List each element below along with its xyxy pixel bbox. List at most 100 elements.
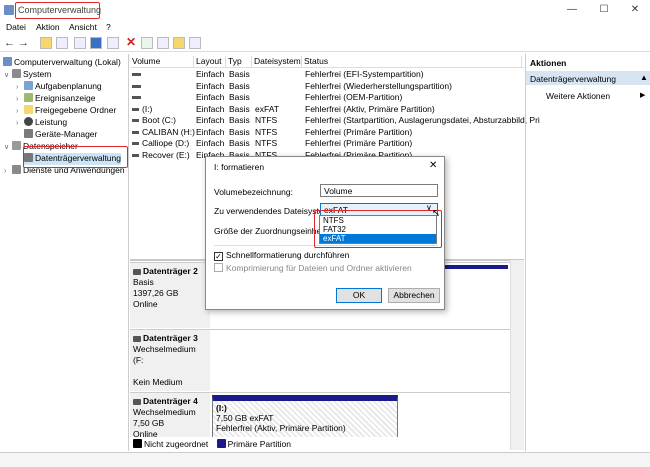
volume-icon bbox=[132, 119, 139, 122]
disk-3-state: Kein Medium bbox=[133, 377, 183, 387]
services-icon bbox=[12, 165, 21, 174]
compress-checkbox[interactable]: Komprimierung für Dateien und Ordner akt… bbox=[214, 263, 412, 273]
cell-typ: Basis bbox=[229, 103, 250, 114]
chevron-right-icon[interactable]: › bbox=[16, 108, 24, 115]
table-row[interactable]: Boot (C:) Einfach Basis NTFS Fehlerfrei (Sta… bbox=[130, 115, 540, 126]
maximize-button[interactable]: ☐ bbox=[597, 3, 611, 17]
col-typ[interactable]: Typ bbox=[226, 56, 252, 67]
cell-status: Fehlerfrei (Primäre Partition) bbox=[305, 126, 413, 137]
checkbox-checked-icon: ✓ bbox=[214, 252, 223, 261]
checkbox-unchecked-icon bbox=[214, 263, 223, 272]
help-icon[interactable] bbox=[90, 37, 102, 49]
vertical-scrollbar[interactable] bbox=[510, 260, 524, 450]
tree-root-label: Computerverwaltung (Lokal) bbox=[14, 57, 121, 67]
view-icon[interactable] bbox=[107, 37, 119, 49]
legend-unallocated: Nicht zugeordnet bbox=[144, 439, 209, 449]
tree-item-label: Leistung bbox=[35, 117, 68, 127]
volume-icon bbox=[132, 84, 141, 88]
chevron-right-icon[interactable]: › bbox=[4, 168, 12, 175]
disk-2-name: Datenträger 2 bbox=[143, 266, 198, 276]
cell-status: Fehlerfrei (EFI-Systempartition) bbox=[305, 69, 424, 79]
cell-typ: Basis bbox=[229, 80, 250, 91]
disk-mgmt-highlight bbox=[23, 146, 128, 168]
tree-item-leistung[interactable]: › Leistung bbox=[16, 117, 67, 129]
volume-icon bbox=[132, 73, 141, 76]
volume-label-label: Volumebezeichnung: bbox=[214, 187, 293, 197]
clock-icon bbox=[24, 81, 33, 90]
dropdown-highlight bbox=[314, 210, 442, 248]
cell-typ: Basis bbox=[229, 126, 250, 137]
storage-icon bbox=[12, 141, 21, 150]
tree-item-aufgabenplanung[interactable]: › Aufgabenplanung bbox=[16, 81, 102, 93]
col-layout[interactable]: Layout bbox=[194, 56, 226, 67]
tree-item-geraete-manager[interactable]: Geräte-Manager bbox=[24, 129, 97, 141]
cancel-button[interactable]: Abbrechen bbox=[388, 288, 440, 303]
table-row[interactable]: Einfach Basis Fehlerfrei (OEM-Partition) bbox=[130, 92, 524, 103]
cell-typ: Basis bbox=[229, 92, 250, 102]
col-volume[interactable]: Volume bbox=[130, 56, 194, 67]
minimize-button[interactable]: — bbox=[565, 3, 579, 17]
tree-item-ereignisanzeige[interactable]: › Ereignisanzeige bbox=[16, 93, 95, 105]
table-row[interactable]: Einfach Basis Fehlerfrei (Wiederherstellun… bbox=[130, 81, 524, 92]
menu-datei[interactable]: Datei bbox=[6, 22, 26, 32]
chevron-down-icon[interactable]: ∨ bbox=[4, 71, 12, 79]
volume-icon bbox=[132, 130, 139, 134]
tree-root[interactable]: Computerverwaltung (Lokal) bbox=[3, 57, 121, 69]
disk-3-row[interactable]: Datenträger 3 Wechselmedium (F: Kein Med… bbox=[130, 329, 510, 391]
computer-icon bbox=[3, 57, 12, 66]
table-row[interactable]: Einfach Basis Fehlerfrei (EFI-Systempartit… bbox=[130, 69, 524, 80]
unallocated-swatch bbox=[133, 439, 142, 448]
up-folder-icon[interactable] bbox=[40, 37, 52, 49]
volume-icon bbox=[132, 96, 141, 99]
properties-icon[interactable] bbox=[74, 37, 86, 49]
disk-icon bbox=[133, 336, 141, 342]
cell-layout: Einfach bbox=[196, 138, 225, 148]
check-icon[interactable] bbox=[141, 37, 153, 49]
tree-item-label: Aufgabenplanung bbox=[35, 81, 102, 91]
export-icon[interactable] bbox=[157, 37, 169, 49]
cell-status: Fehlerfrei (Wiederherstellungspartition) bbox=[305, 80, 452, 91]
chevron-right-icon[interactable]: › bbox=[16, 120, 24, 127]
dialog-title: I: formatieren bbox=[214, 162, 265, 172]
open-folder-icon[interactable] bbox=[173, 37, 185, 49]
col-dateisystem[interactable]: Dateisystem bbox=[252, 56, 302, 67]
search-icon[interactable] bbox=[189, 37, 201, 49]
more-actions-link[interactable]: Weitere Aktionen bbox=[546, 91, 610, 101]
forward-arrow-icon[interactable]: → bbox=[18, 37, 29, 49]
menu-help[interactable]: ? bbox=[106, 22, 111, 32]
quick-format-checkbox[interactable]: ✓ Schnellformatierung durchführen bbox=[214, 250, 349, 261]
cell-volume: CALIBAN (H:) bbox=[142, 126, 195, 137]
delete-icon[interactable]: ✕ bbox=[126, 35, 136, 49]
tree-system[interactable]: ∨ System bbox=[4, 69, 51, 81]
menu-aktion[interactable]: Aktion bbox=[36, 22, 60, 32]
cell-layout: Einfach bbox=[196, 69, 225, 79]
disk-4-size: 7,50 GB bbox=[133, 418, 165, 428]
partition-name: (I:) bbox=[216, 403, 227, 413]
back-arrow-icon[interactable]: ← bbox=[4, 37, 15, 49]
console-tree-icon[interactable] bbox=[56, 37, 68, 49]
volume-label-input[interactable]: Volume bbox=[320, 184, 438, 197]
volume-icon bbox=[132, 142, 139, 145]
primary-swatch bbox=[216, 439, 226, 448]
cell-fs: NTFS bbox=[255, 138, 278, 148]
chevron-down-icon[interactable]: ∨ bbox=[4, 143, 12, 151]
table-row[interactable]: Calliope (D:) Einfach Basis NTFS Fehlerfrei … bbox=[130, 138, 524, 149]
close-button[interactable]: ✕ bbox=[628, 3, 642, 17]
tree-item-label: Geräte-Manager bbox=[35, 129, 98, 139]
actions-header: Aktionen bbox=[530, 58, 567, 68]
chevron-right-icon[interactable]: › bbox=[16, 96, 24, 103]
tree-item-freigegebene-ordner[interactable]: › Freigegebene Ordner bbox=[16, 105, 116, 117]
disk-4-partition[interactable]: (I:) 7,50 GB exFAT Fehlerfrei (Aktiv, Pr… bbox=[212, 395, 398, 437]
ok-button[interactable]: OK bbox=[336, 288, 382, 303]
cell-layout: Einfach bbox=[196, 80, 225, 91]
disk-4-type: Wechselmedium bbox=[133, 407, 196, 417]
tree-system-label: System bbox=[23, 69, 52, 79]
table-row[interactable]: CALIBAN (H:) Einfach Basis NTFS Fehlerfrei (… bbox=[130, 127, 524, 138]
menu-ansicht[interactable]: Ansicht bbox=[69, 22, 97, 32]
chevron-right-icon[interactable]: › bbox=[16, 84, 24, 91]
collapse-icon[interactable]: ▲ bbox=[640, 73, 648, 82]
dialog-close-button[interactable]: ✕ bbox=[429, 160, 437, 171]
col-status[interactable]: Status bbox=[302, 56, 522, 67]
table-row[interactable]: (I:) Einfach Basis exFAT Fehlerfrei (Aktiv, … bbox=[130, 104, 524, 115]
console-tree: Computerverwaltung (Lokal) ∨ System › Aufg… bbox=[0, 54, 129, 451]
